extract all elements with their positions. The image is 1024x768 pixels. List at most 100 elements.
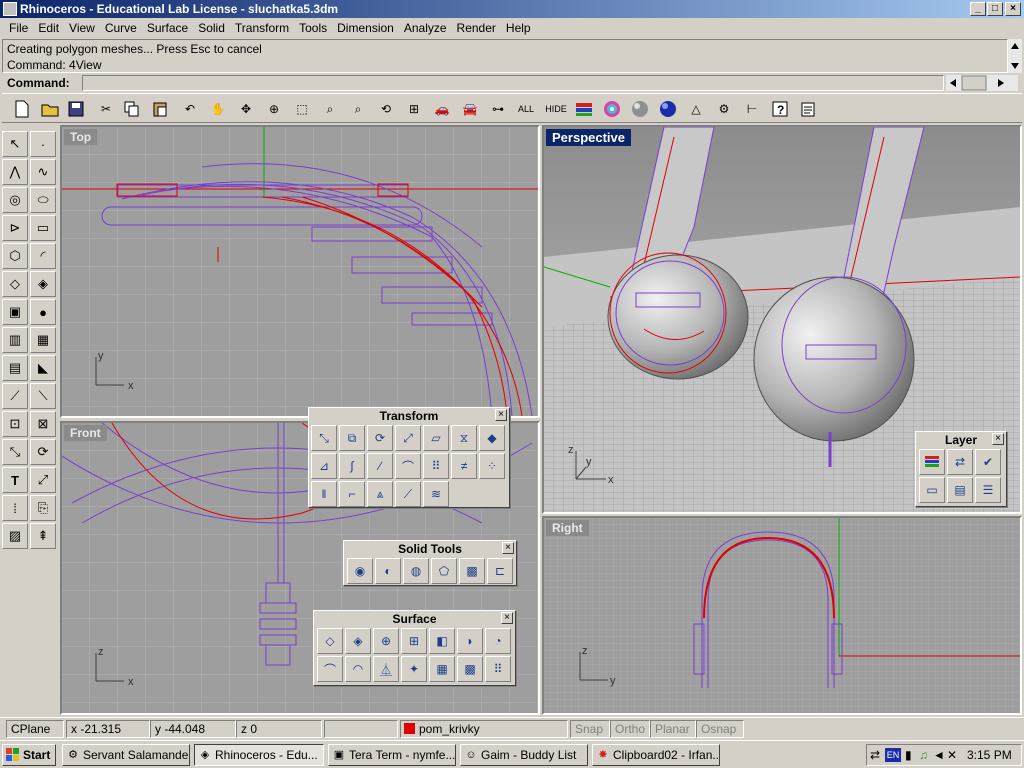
menu-dimension[interactable]: Dimension [332, 21, 399, 35]
four-view-icon[interactable]: ⊞ [402, 97, 426, 121]
pan-hand-icon[interactable]: ✋ [206, 97, 230, 121]
srf-blend-icon[interactable]: ▦ [429, 656, 455, 682]
array-rect-icon[interactable]: ⠿ [423, 453, 449, 479]
task-rhinoceros[interactable]: ◈ Rhinoceros - Edu... [194, 744, 324, 766]
cone-deform-icon[interactable]: ⩓ [367, 481, 393, 507]
flow-tool-icon[interactable]: ∕ [367, 453, 393, 479]
copy-object-icon[interactable]: ⎘ [30, 495, 56, 521]
viewport-top[interactable]: x y Top [60, 125, 540, 418]
menu-file[interactable]: File [4, 21, 33, 35]
copy-tool-icon[interactable]: ⧉ [339, 425, 365, 451]
start-button[interactable]: Start [2, 744, 56, 766]
undo-view-icon[interactable]: ⟲ [374, 97, 398, 121]
rotate-tool-icon[interactable]: ⟳ [367, 425, 393, 451]
hide-button[interactable]: HIDE [544, 97, 568, 121]
project-tool-icon[interactable]: ⊿ [311, 453, 337, 479]
osnap-toggle[interactable]: Osnap [696, 720, 744, 738]
box-solid-icon[interactable]: ▣ [2, 299, 28, 325]
polygon-icon[interactable]: ⊳ [2, 215, 28, 241]
close-icon[interactable]: × [501, 612, 513, 624]
command-scrollbar[interactable] [946, 75, 1018, 91]
move-icon[interactable]: ⤡ [2, 439, 28, 465]
sphere-solid-icon[interactable]: ● [30, 299, 56, 325]
menu-tools[interactable]: Tools [294, 21, 332, 35]
boolean-difference-icon[interactable]: ◐ [375, 558, 401, 584]
ellipse-icon[interactable]: ⬭ [30, 187, 56, 213]
polyline-icon[interactable]: ⋀ [2, 159, 28, 185]
curve-icon[interactable]: ∿ [30, 159, 56, 185]
shear-tool-icon[interactable]: ▱ [423, 425, 449, 451]
align-tool-icon[interactable]: ≠ [451, 453, 477, 479]
solid-tools-panel-title[interactable]: Solid Tools [344, 541, 516, 557]
paste-icon[interactable] [148, 97, 172, 121]
boolean-union-icon[interactable]: ◉ [347, 558, 373, 584]
bend-tool-icon[interactable]: ⌒ [395, 453, 421, 479]
menu-solid[interactable]: Solid [193, 21, 230, 35]
srf-sweep1-icon[interactable]: ⌒ [317, 656, 343, 682]
splop-tool-icon[interactable]: ⟋ [395, 481, 421, 507]
circle-icon[interactable]: ◎ [2, 187, 28, 213]
surface-edit-icon[interactable]: ◈ [30, 271, 56, 297]
stretch-tool-icon[interactable]: ‖ [311, 481, 337, 507]
menu-help[interactable]: Help [501, 21, 536, 35]
scale-tool-icon[interactable]: ⤢ [395, 425, 421, 451]
cylinder-icon[interactable]: ▥ [2, 327, 28, 353]
clock[interactable]: 3:15 PM [967, 748, 1012, 762]
scale-icon[interactable]: ⤢ [30, 467, 56, 493]
viewport-right[interactable]: y z Right [542, 516, 1022, 715]
zoom-selected-icon[interactable]: ⌕ [346, 97, 370, 121]
twist-tool-icon[interactable]: ∫ [339, 453, 365, 479]
mesh-icon[interactable]: ▦ [30, 327, 56, 353]
command-input[interactable] [82, 75, 944, 91]
srf-point-grid-icon[interactable]: ⠿ [485, 656, 511, 682]
dimension-tool-icon[interactable]: ⇞ [30, 523, 56, 549]
volume-icon[interactable]: ◄ [933, 748, 945, 762]
task-servant-salamander[interactable]: ⚙ Servant Salamander [62, 744, 190, 766]
srf-patch-icon[interactable]: ✦ [401, 656, 427, 682]
layer-lock-icon[interactable]: ▤ [947, 477, 973, 503]
surface-panel-title[interactable]: Surface [314, 611, 515, 627]
srf-rail-revolve-icon[interactable]: ⏅ [373, 656, 399, 682]
color-wheel-icon[interactable] [600, 97, 624, 121]
close-button[interactable]: × [1005, 2, 1021, 16]
trim-icon[interactable]: ⟋ [2, 383, 28, 409]
viewport-title-right[interactable]: Right [546, 520, 589, 536]
explode-icon[interactable]: ⊠ [30, 411, 56, 437]
srf-corner-points-icon[interactable]: ◇ [317, 628, 343, 654]
copy-icon[interactable] [120, 97, 144, 121]
boolean-intersect-icon[interactable]: ◍ [403, 558, 429, 584]
split-icon[interactable]: ⟍ [30, 383, 56, 409]
task-irfanview[interactable]: ✸ Clipboard02 - Irfan... [592, 744, 720, 766]
task-gaim[interactable]: ☺ Gaim - Buddy List [460, 744, 588, 766]
music-icon[interactable]: ♫ [919, 748, 928, 762]
orient-tool-icon[interactable]: ◆ [479, 425, 505, 451]
rhino-app-icon[interactable] [3, 2, 17, 16]
undo-icon[interactable]: ↶ [178, 97, 202, 121]
srf-extrude-icon[interactable]: ◧ [429, 628, 455, 654]
options-gear-icon[interactable]: ⚙ [712, 97, 736, 121]
viewport-title-perspective[interactable]: Perspective [546, 129, 631, 146]
srf-edge-curves-icon[interactable]: ◈ [345, 628, 371, 654]
srf-revolve-icon[interactable]: ◔ [485, 628, 511, 654]
snap-toggle[interactable]: Snap [570, 720, 610, 738]
dimension-icon[interactable]: ⊢ [740, 97, 764, 121]
close-icon[interactable]: × [495, 409, 507, 421]
layer-check-icon[interactable]: ✔ [975, 449, 1001, 475]
render-sphere-icon[interactable] [628, 97, 652, 121]
menu-surface[interactable]: Surface [142, 21, 193, 35]
srf-network-icon[interactable]: ⊞ [401, 628, 427, 654]
srf-drape-icon[interactable]: ▩ [457, 656, 483, 682]
render-view-icon[interactable]: ▨ [2, 523, 28, 549]
menu-edit[interactable]: Edit [33, 21, 64, 35]
cut-icon[interactable]: ✂ [94, 97, 118, 121]
save-icon[interactable] [64, 97, 88, 121]
menu-curve[interactable]: Curve [100, 21, 142, 35]
smooth-tool-icon[interactable]: ≋ [423, 481, 449, 507]
extract-surface-icon[interactable]: ▩ [459, 558, 485, 584]
car-render-icon[interactable]: 🚗 [430, 97, 454, 121]
fillet-icon[interactable]: ◣ [30, 355, 56, 381]
layers-icon[interactable] [572, 97, 596, 121]
shell-icon[interactable]: ⊏ [487, 558, 513, 584]
cplane-icon[interactable]: ⊶ [486, 97, 510, 121]
lock-icon[interactable]: ▤ [2, 355, 28, 381]
